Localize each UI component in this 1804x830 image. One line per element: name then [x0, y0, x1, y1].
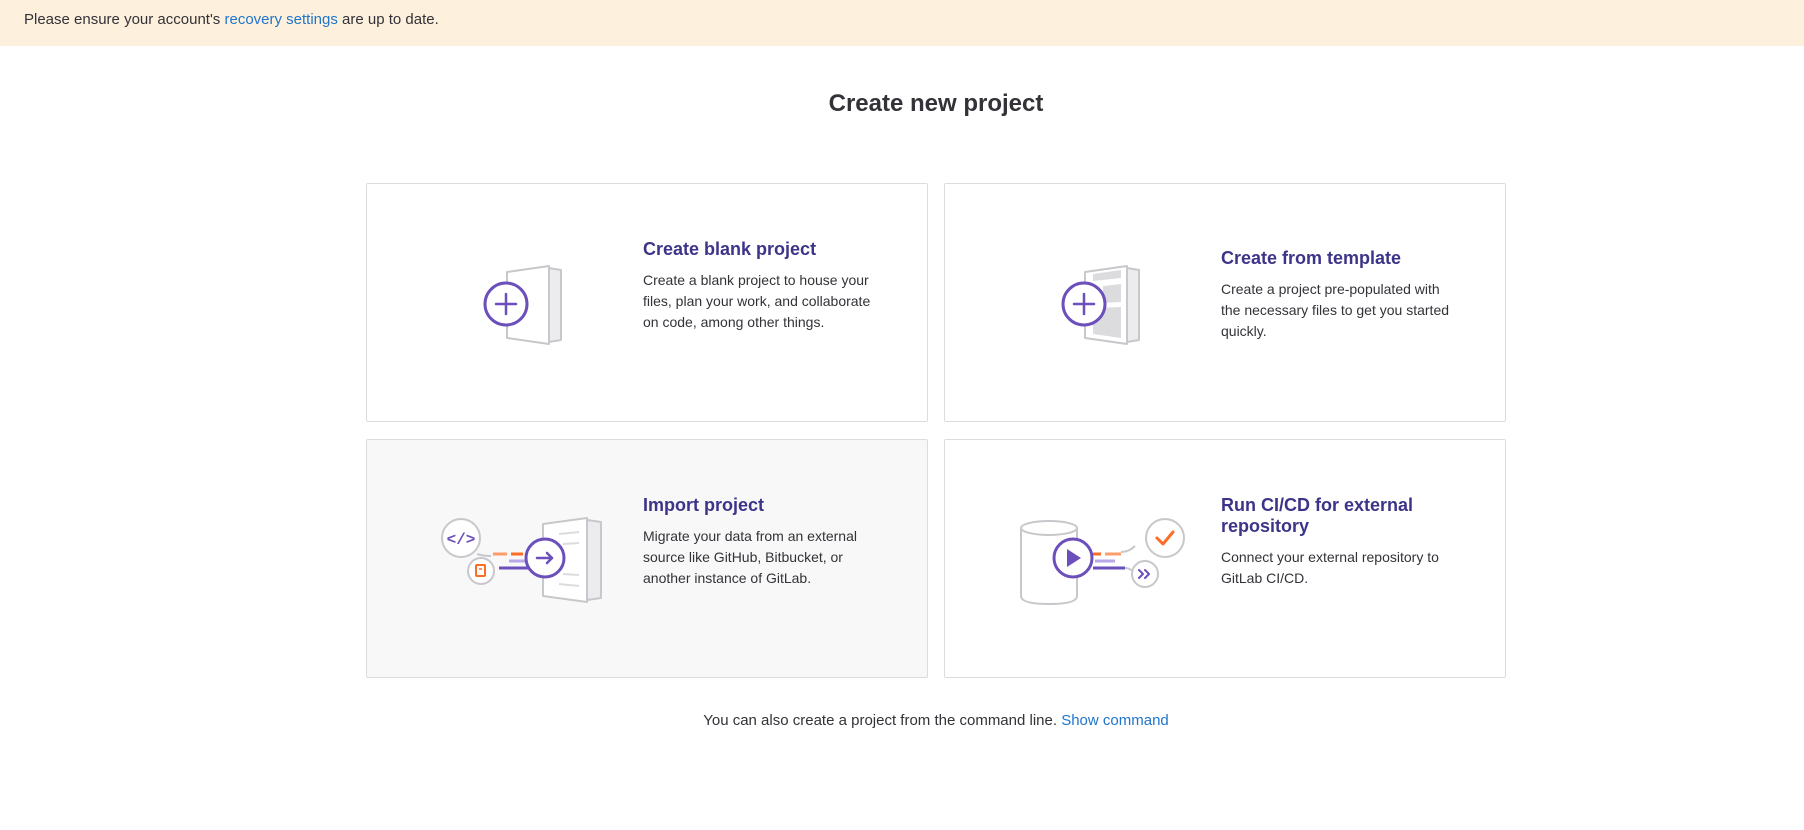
command-line-hint-text: You can also create a project from the c…	[703, 712, 1058, 729]
banner-text-after: are up to date.	[342, 11, 439, 28]
card-title: Import project	[643, 495, 765, 515]
page-title: Create new project	[828, 90, 1044, 117]
show-command-link[interactable]: Show command	[1061, 712, 1169, 729]
create-from-template-card[interactable]: Create from template Create a project pr…	[944, 183, 1506, 422]
card-title: Create from template	[1221, 248, 1402, 268]
import-project-card[interactable]: </> Import project Migrate your data fro…	[366, 439, 928, 678]
card-description: Migrate your data from an external sourc…	[643, 528, 857, 586]
blank-project-icon	[483, 265, 562, 345]
card-description: Create a blank project to house your fil…	[643, 272, 871, 330]
card-title: Create blank project	[643, 239, 817, 259]
recovery-settings-banner: Please ensure your account's recovery se…	[0, 0, 1804, 46]
banner-text-before: Please ensure your account's	[24, 11, 221, 28]
card-description: Create a project pre-populated with the …	[1221, 281, 1450, 339]
svg-text:</>: </>	[447, 531, 476, 549]
recovery-settings-link[interactable]: recovery settings	[224, 11, 337, 28]
import-project-icon: </>	[441, 517, 602, 603]
card-description: Connect your external repository to GitL…	[1221, 549, 1439, 586]
command-line-hint: You can also create a project from the c…	[0, 712, 1804, 729]
card-title: Run CI/CD for external repository	[1221, 495, 1414, 536]
create-blank-project-card[interactable]: Create blank project Create a blank proj…	[366, 183, 928, 422]
cicd-icon	[1020, 518, 1185, 606]
template-project-icon	[1061, 265, 1140, 345]
run-cicd-card[interactable]: Run CI/CD for external repository Connec…	[944, 439, 1506, 678]
